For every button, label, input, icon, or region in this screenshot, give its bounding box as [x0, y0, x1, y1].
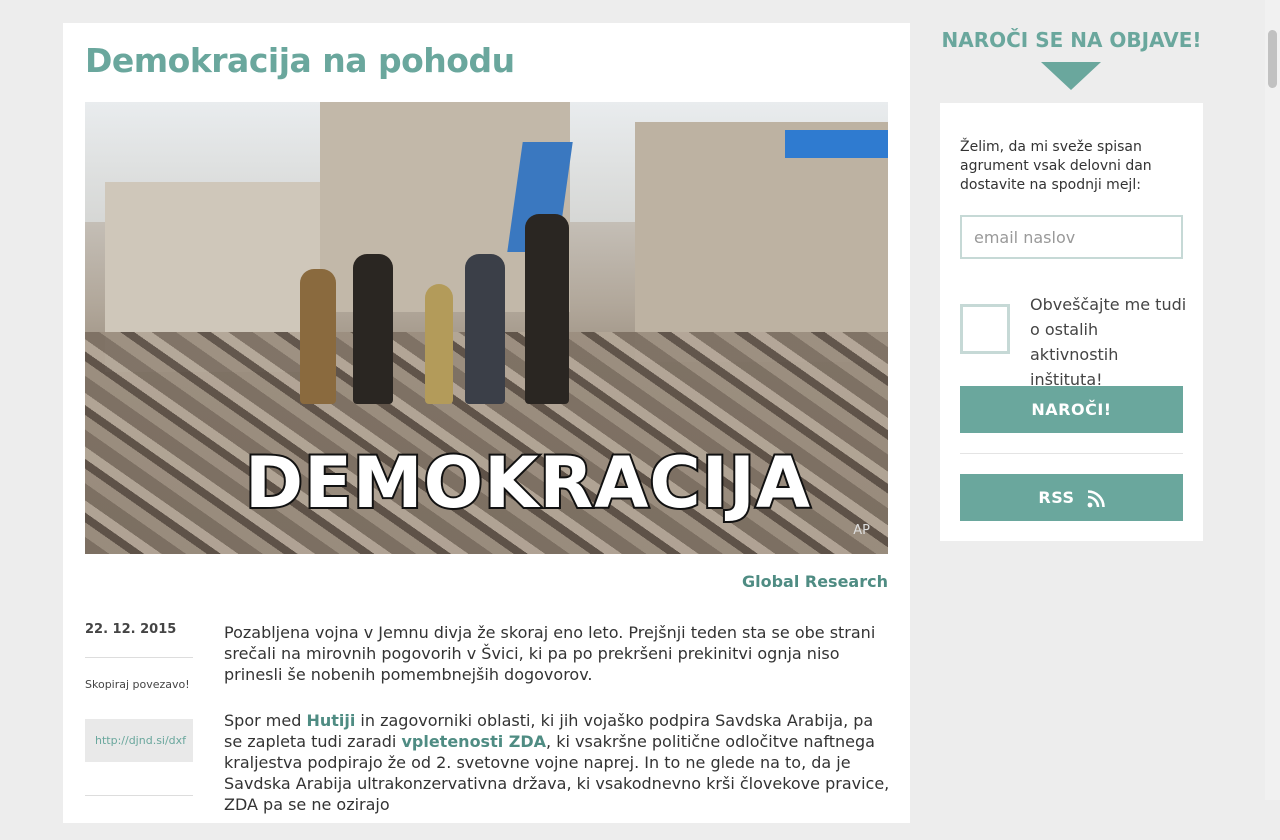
scrollbar[interactable]	[1265, 0, 1280, 800]
rss-icon	[1087, 489, 1105, 507]
article-hero-image: DEMOKRACIJA AP	[85, 102, 888, 554]
article-body: Pozabljena vojna v Jemnu divja že skoraj…	[224, 622, 890, 840]
scrollbar-thumb[interactable]	[1268, 30, 1277, 88]
rss-button[interactable]: RSS	[960, 474, 1183, 521]
source-link[interactable]: Global Research	[742, 572, 888, 591]
image-caption-text: DEMOKRACIJA	[243, 440, 812, 526]
subscribe-button[interactable]: NAROČI!	[960, 386, 1183, 433]
article-title: Demokracija na pohodu	[85, 41, 515, 80]
notify-checkbox[interactable]	[960, 304, 1010, 354]
link-vpletenosti-zda[interactable]: vpletenosti ZDA	[401, 732, 546, 751]
image-credit: AP	[853, 523, 870, 538]
link-hutiji[interactable]: Hutiji	[306, 711, 355, 730]
divider	[85, 657, 193, 658]
notify-checkbox-label: Obveščajte me tudi o ostalih aktivnostih…	[1030, 295, 1187, 389]
down-arrow-icon	[1041, 62, 1101, 90]
subscribe-heading: NAROČI SE NA OBJAVE!	[941, 28, 1202, 52]
email-input[interactable]	[960, 215, 1183, 259]
divider	[85, 795, 193, 796]
article-card: Demokracija na pohodu DEMOKRACIJA AP Glo…	[63, 23, 910, 823]
subscribe-panel: Želim, da mi sveže spisan agrument vsak …	[940, 103, 1203, 541]
article-date: 22. 12. 2015	[85, 622, 177, 637]
rss-button-label: RSS	[1038, 488, 1075, 507]
paragraph-text: Spor med	[224, 711, 307, 730]
copy-link-label: Skopiraj povezavo!	[85, 678, 190, 691]
short-link-field[interactable]: http://djnd.si/dxf	[85, 719, 193, 762]
subscribe-intro: Želim, da mi sveže spisan agrument vsak …	[960, 139, 1152, 193]
divider	[960, 453, 1183, 454]
paragraph: Spor med Hutiji in zagovorniki oblasti, …	[224, 710, 890, 815]
paragraph: Pozabljena vojna v Jemnu divja že skoraj…	[224, 623, 876, 684]
